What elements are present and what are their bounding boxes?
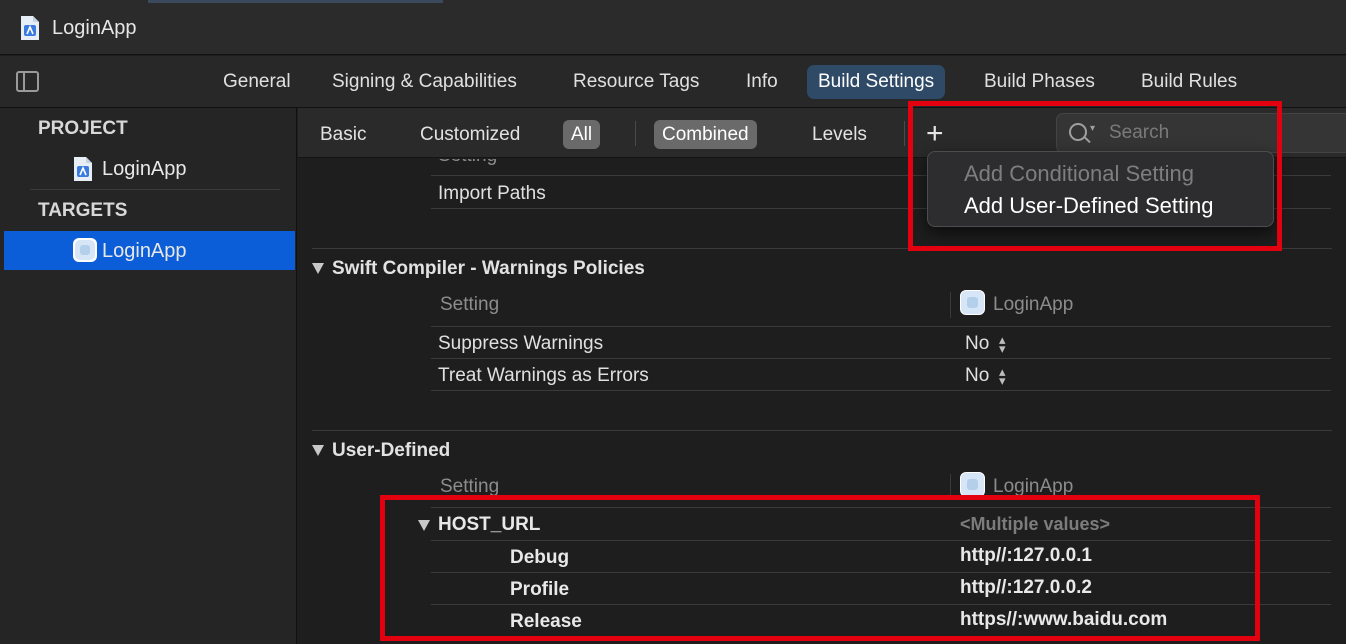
view-levels-button[interactable]: Levels xyxy=(804,120,875,149)
tab-general[interactable]: General xyxy=(212,65,302,99)
tab-build-phases[interactable]: Build Phases xyxy=(973,65,1106,99)
stepper-icon[interactable]: ▴ ▾ xyxy=(999,365,1006,387)
filter-divider xyxy=(635,121,636,146)
app-target-icon xyxy=(72,237,98,268)
row-divider xyxy=(431,326,1331,327)
suppress-warnings-value[interactable]: No xyxy=(965,333,989,355)
annotation-highlight-box xyxy=(908,101,1282,251)
project-navigator-sidebar: PROJECT LoginApp TARGETS LoginApp xyxy=(0,108,297,644)
column-header-setting: Setting xyxy=(438,159,497,167)
target-icon xyxy=(960,472,985,497)
row-divider xyxy=(431,390,1331,391)
sidebar-item-target[interactable]: LoginApp xyxy=(4,231,295,270)
section-title-swift-warnings: Swift Compiler - Warnings Policies xyxy=(332,258,645,279)
project-file-icon xyxy=(72,156,94,187)
window-title: LoginApp xyxy=(52,17,137,39)
suppress-warnings-setting[interactable]: Suppress Warnings xyxy=(438,333,603,355)
column-header-target: LoginApp xyxy=(993,294,1074,315)
sidebar-item-label: LoginApp xyxy=(102,240,187,262)
targets-section-header: TARGETS xyxy=(38,200,128,221)
column-divider xyxy=(950,292,951,318)
treat-warnings-errors-value[interactable]: No xyxy=(965,365,989,387)
tab-info[interactable]: Info xyxy=(735,65,789,99)
filter-divider xyxy=(904,121,905,146)
section-divider xyxy=(312,430,1332,431)
tab-resource-tags[interactable]: Resource Tags xyxy=(562,65,710,99)
project-section-header: PROJECT xyxy=(38,118,128,139)
target-icon xyxy=(960,290,985,315)
tab-build-rules[interactable]: Build Rules xyxy=(1130,65,1248,99)
window-tab-indicator xyxy=(148,0,443,3)
tab-signing-capabilities[interactable]: Signing & Capabilities xyxy=(321,65,528,99)
xcode-project-icon xyxy=(19,15,41,46)
filter-customized-button[interactable]: Customized xyxy=(412,120,528,149)
row-divider xyxy=(431,358,1331,359)
import-paths-row[interactable]: Import Paths xyxy=(438,183,546,205)
annotation-highlight-box xyxy=(380,495,1260,641)
view-combined-button[interactable]: Combined xyxy=(654,120,757,149)
tab-build-settings[interactable]: Build Settings xyxy=(807,65,946,99)
disclosure-triangle-icon[interactable] xyxy=(312,445,324,456)
column-header-setting: Setting xyxy=(440,294,500,315)
title-bar: LoginApp xyxy=(0,0,1346,55)
filter-all-button[interactable]: All xyxy=(563,120,601,149)
section-title-user-defined: User-Defined xyxy=(332,440,451,461)
treat-warnings-errors-setting[interactable]: Treat Warnings as Errors xyxy=(438,365,649,387)
filter-basic-button[interactable]: Basic xyxy=(312,120,374,149)
sidebar-item-label: LoginApp xyxy=(102,158,187,180)
sidebar-item-project[interactable]: LoginApp xyxy=(4,149,295,188)
stepper-icon[interactable]: ▴ ▾ xyxy=(999,333,1006,355)
sidebar-toggle-icon[interactable] xyxy=(16,71,39,92)
disclosure-triangle-icon[interactable] xyxy=(312,263,324,274)
sidebar-divider xyxy=(30,189,280,190)
